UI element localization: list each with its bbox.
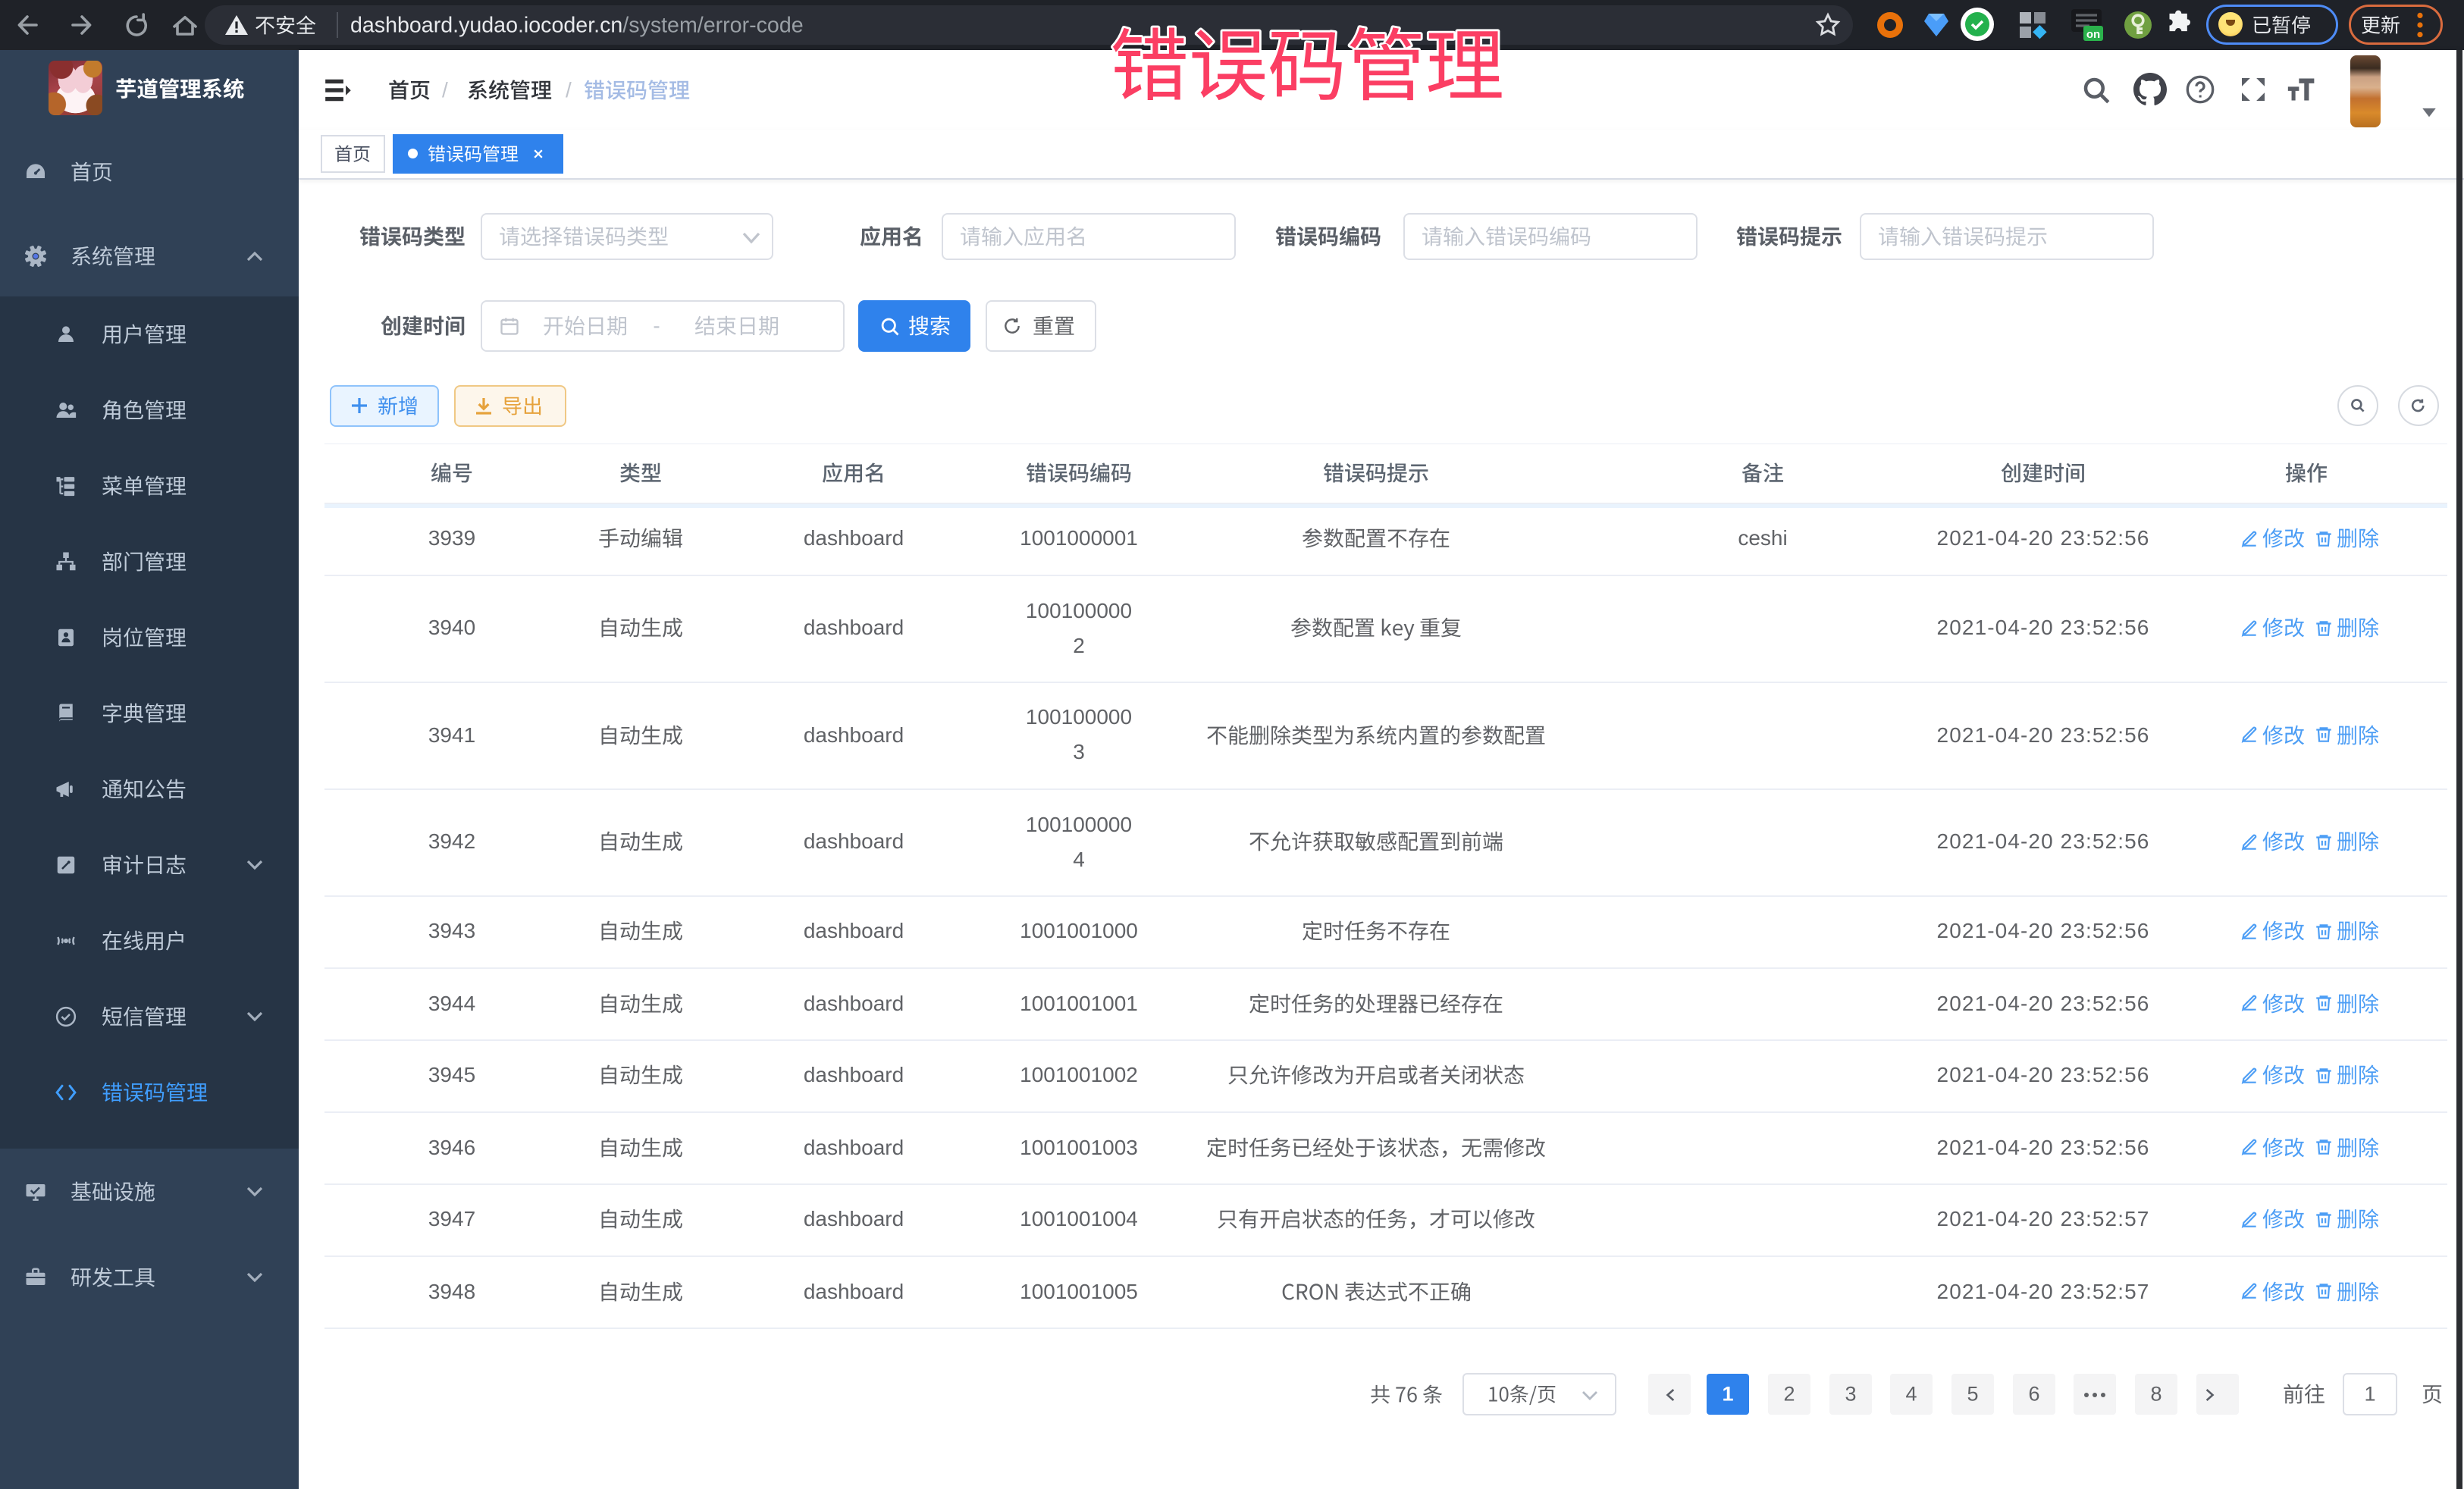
- svg-text:on: on: [2086, 28, 2100, 41]
